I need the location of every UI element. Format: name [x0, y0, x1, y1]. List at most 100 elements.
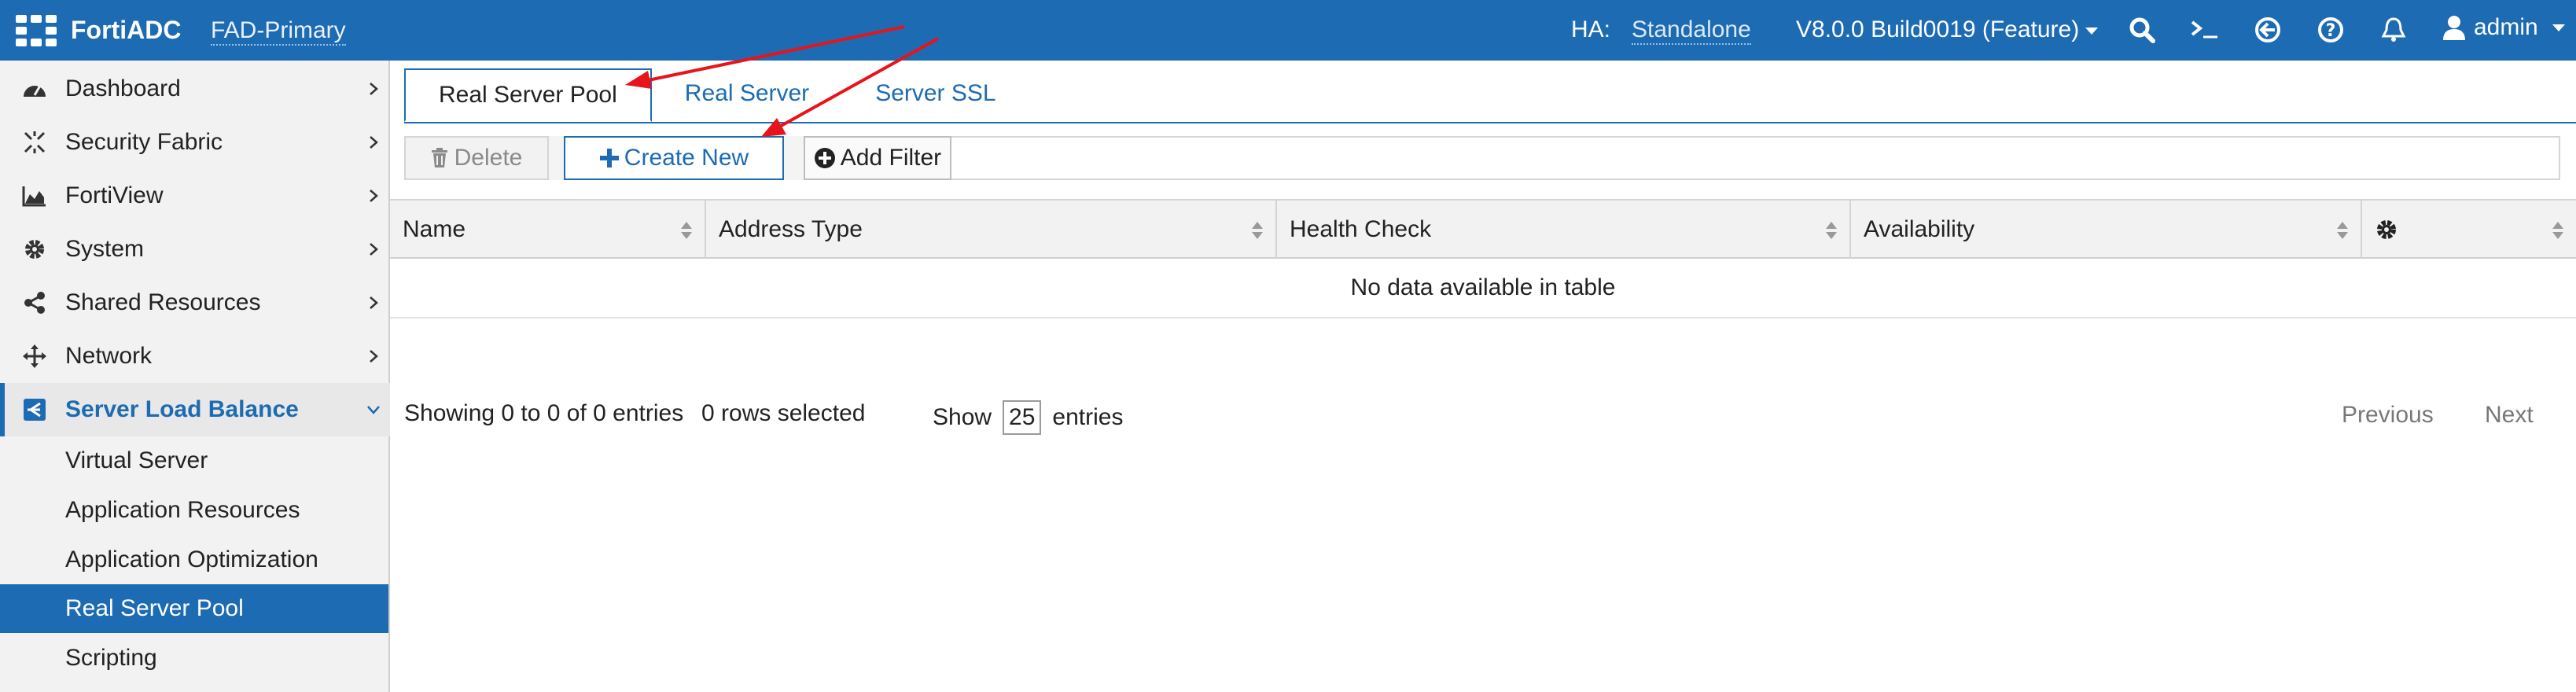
tab-bar: Real Server Pool Real Server Server SSL — [404, 67, 1029, 122]
user-menu[interactable]: admin — [2442, 14, 2565, 41]
area-chart-icon — [20, 182, 49, 210]
add-filter-button[interactable]: Add Filter — [804, 136, 951, 180]
tab-server-ssl[interactable]: Server SSL — [842, 67, 1029, 120]
column-label: Name — [403, 216, 466, 242]
sidebar-subitem-application-optimization[interactable]: Application Optimization — [0, 536, 388, 584]
entries-label: entries — [1052, 404, 1124, 430]
sidebar-subitem-real-server-pool[interactable]: Real Server Pool — [0, 584, 388, 633]
create-new-label: Create New — [624, 145, 749, 171]
empty-table-message: No data available in table — [390, 259, 2576, 318]
sidebar-item-label: Network — [65, 343, 153, 369]
column-header-name[interactable]: Name — [390, 201, 706, 259]
sidebar-item-fortiview[interactable]: FortiView — [0, 169, 390, 223]
caret-down-icon — [2552, 24, 2565, 31]
username: admin — [2474, 14, 2538, 40]
add-filter-label: Add Filter — [840, 145, 942, 171]
delete-button[interactable]: Delete — [404, 136, 549, 180]
sidebar-item-network[interactable]: Network — [0, 329, 390, 383]
trash-icon — [431, 148, 447, 167]
security-fabric-icon — [20, 128, 49, 156]
filter-input[interactable] — [804, 136, 2560, 180]
tab-real-server[interactable]: Real Server — [652, 67, 842, 120]
dashboard-gauge-icon — [20, 75, 49, 103]
sidebar-item-label: Shared Resources — [65, 289, 261, 315]
sidebar-subitem-application-resources[interactable]: Application Resources — [0, 486, 388, 535]
sort-icon — [1826, 222, 1837, 239]
column-settings[interactable] — [2362, 201, 2576, 259]
sidebar-item-label: System — [65, 236, 145, 262]
table-footer: Showing 0 to 0 of 0 entries 0 rows selec… — [390, 385, 2576, 447]
tab-real-server-pool[interactable]: Real Server Pool — [404, 68, 652, 122]
column-label: Availability — [1864, 216, 1975, 242]
sidebar-item-label: FortiView — [65, 182, 164, 208]
ha-status-link[interactable]: Standalone — [1632, 17, 1751, 45]
caret-down-icon — [2085, 27, 2099, 35]
cli-console-icon[interactable] — [2188, 13, 2222, 47]
main-content: Real Server Pool Real Server Server SSL … — [390, 61, 2576, 692]
sidebar-item-label: Server Load Balance — [65, 396, 299, 422]
arrows-move-icon — [20, 342, 49, 370]
share-nodes-icon — [20, 289, 49, 317]
chevron-right-icon — [370, 190, 378, 202]
page-size-select[interactable]: 25 — [1003, 400, 1042, 435]
column-header-availability[interactable]: Availability — [1851, 201, 2362, 259]
plus-icon — [599, 149, 619, 167]
column-label: Health Check — [1290, 216, 1432, 242]
sidebar-item-shared-resources[interactable]: Shared Resources — [0, 276, 390, 329]
gear-icon — [2377, 220, 2396, 239]
ha-label: HA: — [1571, 17, 1611, 42]
fortinet-logo-icon — [16, 15, 57, 46]
sidebar-subitem-label: Virtual Server — [65, 447, 208, 473]
load-balance-icon — [20, 396, 49, 424]
sidebar-subitem-label: Application Resources — [65, 497, 300, 523]
column-header-health-check[interactable]: Health Check — [1277, 201, 1851, 259]
column-label: Address Type — [719, 216, 863, 242]
sidebar-item-label: Security Fabric — [65, 129, 223, 155]
toolbar: Delete Create New Add Filter — [404, 136, 2560, 180]
sidebar-item-security-fabric[interactable]: Security Fabric — [0, 116, 390, 169]
sidebar-subitem-virtual-server[interactable]: Virtual Server — [0, 436, 388, 485]
sidebar-item-dashboard[interactable]: Dashboard — [0, 62, 390, 116]
chevron-right-icon — [370, 350, 378, 363]
chevron-down-icon — [367, 406, 380, 414]
sort-icon — [2552, 222, 2563, 239]
search-icon[interactable] — [2125, 13, 2159, 47]
sort-icon — [681, 222, 692, 239]
gear-icon — [20, 235, 49, 263]
product-name: FortiADC — [71, 16, 182, 44]
version-label: V8.0.0 Build0019 (Feature) — [1796, 17, 2080, 42]
sidebar-subitem-label: Real Server Pool — [65, 595, 244, 621]
chevron-right-icon — [370, 296, 378, 309]
top-bar: FortiADC FAD-Primary HA: Standalone V8.0… — [0, 0, 2576, 61]
previous-page-button[interactable]: Previous — [2342, 402, 2434, 429]
rows-selected-info: 0 rows selected — [701, 400, 866, 426]
show-label: Show — [933, 404, 992, 430]
chevron-right-icon — [370, 136, 378, 149]
chevron-right-icon — [370, 243, 378, 256]
chevron-right-icon — [370, 83, 378, 95]
notifications-bell-icon[interactable] — [2376, 13, 2411, 47]
logout-icon[interactable] — [2250, 13, 2285, 47]
plus-circle-icon — [814, 148, 835, 168]
column-header-address-type[interactable]: Address Type — [706, 201, 1277, 259]
help-icon[interactable]: ? — [2313, 13, 2348, 47]
sort-icon — [1252, 222, 1263, 239]
sidebar-item-system[interactable]: System — [0, 223, 390, 276]
sidebar-subitem-scripting[interactable]: Scripting — [0, 634, 388, 683]
page-size-control: Show 25 entries — [933, 400, 1123, 435]
create-new-button[interactable]: Create New — [564, 136, 784, 180]
sidebar-subitem-label: Application Optimization — [65, 547, 318, 572]
delete-label: Delete — [454, 145, 523, 171]
user-icon — [2443, 16, 2465, 40]
sidebar-nav: Dashboard Security Fabric FortiView Syst… — [0, 61, 390, 692]
sort-icon — [2337, 222, 2348, 239]
svg-text:?: ? — [2326, 21, 2336, 41]
version-dropdown[interactable]: V8.0.0 Build0019 (Feature) — [1796, 17, 2099, 43]
tab-divider — [404, 122, 2576, 123]
sidebar-item-server-load-balance[interactable]: Server Load Balance — [0, 383, 390, 436]
entries-info: Showing 0 to 0 of 0 entries — [404, 400, 684, 426]
sidebar-subitem-label: Scripting — [65, 645, 157, 671]
next-page-button[interactable]: Next — [2485, 402, 2534, 429]
table-header: Name Address Type Health Check Availabil… — [390, 199, 2576, 259]
hostname-link[interactable]: FAD-Primary — [211, 17, 346, 46]
